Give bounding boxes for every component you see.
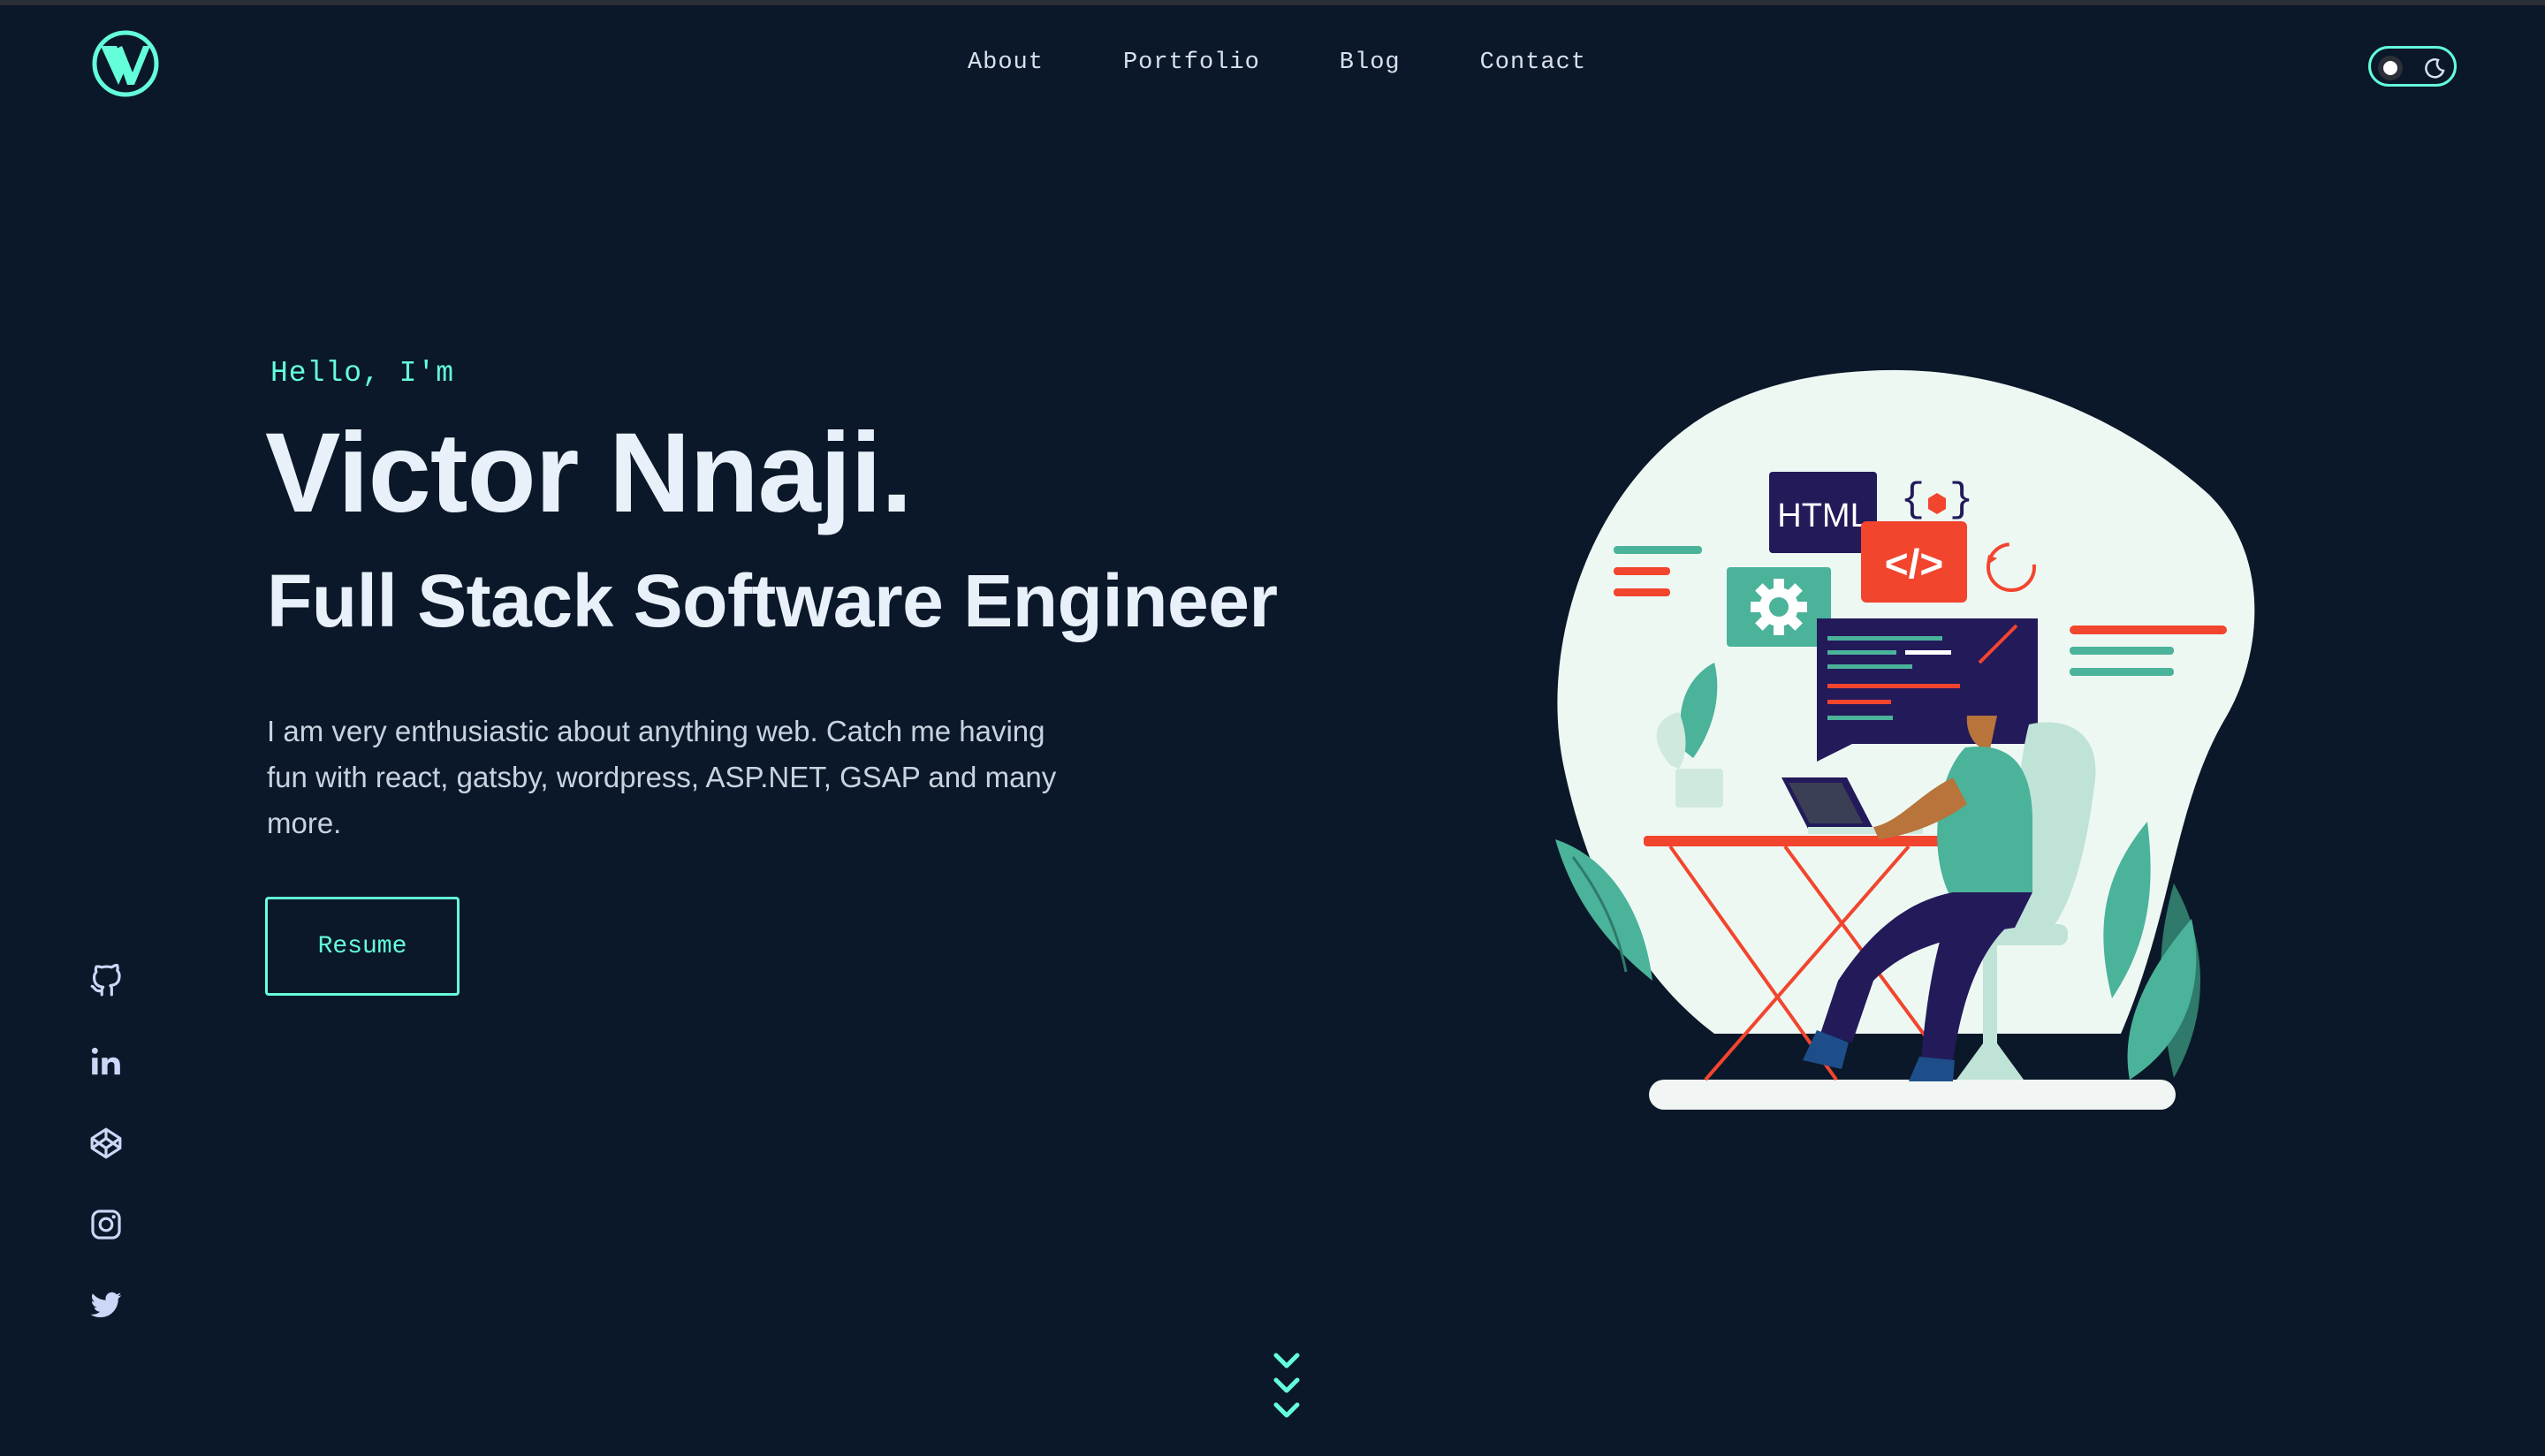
sun-toggle-icon [2378, 56, 2403, 80]
illus-code-label: </> [1885, 541, 1944, 587]
nav-portfolio[interactable]: Portfolio [1114, 49, 1260, 76]
hero-role: Full Stack Software Engineer [267, 559, 1278, 642]
github-link[interactable] [85, 959, 127, 1002]
instagram-link[interactable] [85, 1203, 127, 1246]
hero-illustration: HTML { } </> [1538, 362, 2262, 1122]
nav-about[interactable]: About [959, 49, 1044, 76]
greeting: Hello, I'm [270, 357, 455, 390]
twitter-link[interactable] [85, 1285, 127, 1327]
linkedin-link[interactable] [85, 1041, 127, 1083]
theme-toggle[interactable] [2368, 46, 2457, 87]
scroll-down-indicator[interactable] [1269, 1348, 1304, 1428]
twitter-icon [90, 1292, 122, 1317]
resume-button[interactable]: Resume [265, 897, 460, 996]
hero-bio: I am very enthusiastic about anything we… [267, 715, 1057, 839]
social-links [85, 959, 127, 1366]
illus-html-label: HTML [1777, 497, 1868, 535]
nav-contact[interactable]: Contact [1471, 49, 1586, 76]
linkedin-icon [91, 1047, 120, 1075]
codepen-icon [90, 1127, 122, 1159]
github-icon [90, 964, 121, 997]
chevrons-down-icon [1273, 1353, 1300, 1418]
codepen-link[interactable] [85, 1122, 127, 1164]
instagram-icon [91, 1210, 121, 1240]
nav-blog[interactable]: Blog [1331, 49, 1401, 76]
developer-at-desk-illustration: HTML { } </> [1555, 369, 2255, 1110]
main-nav: About Portfolio Blog Contact [0, 49, 2545, 76]
hero-name: Victor Nnaji. [265, 410, 912, 536]
moon-icon [2425, 58, 2445, 79]
window-top-border [0, 0, 2545, 5]
